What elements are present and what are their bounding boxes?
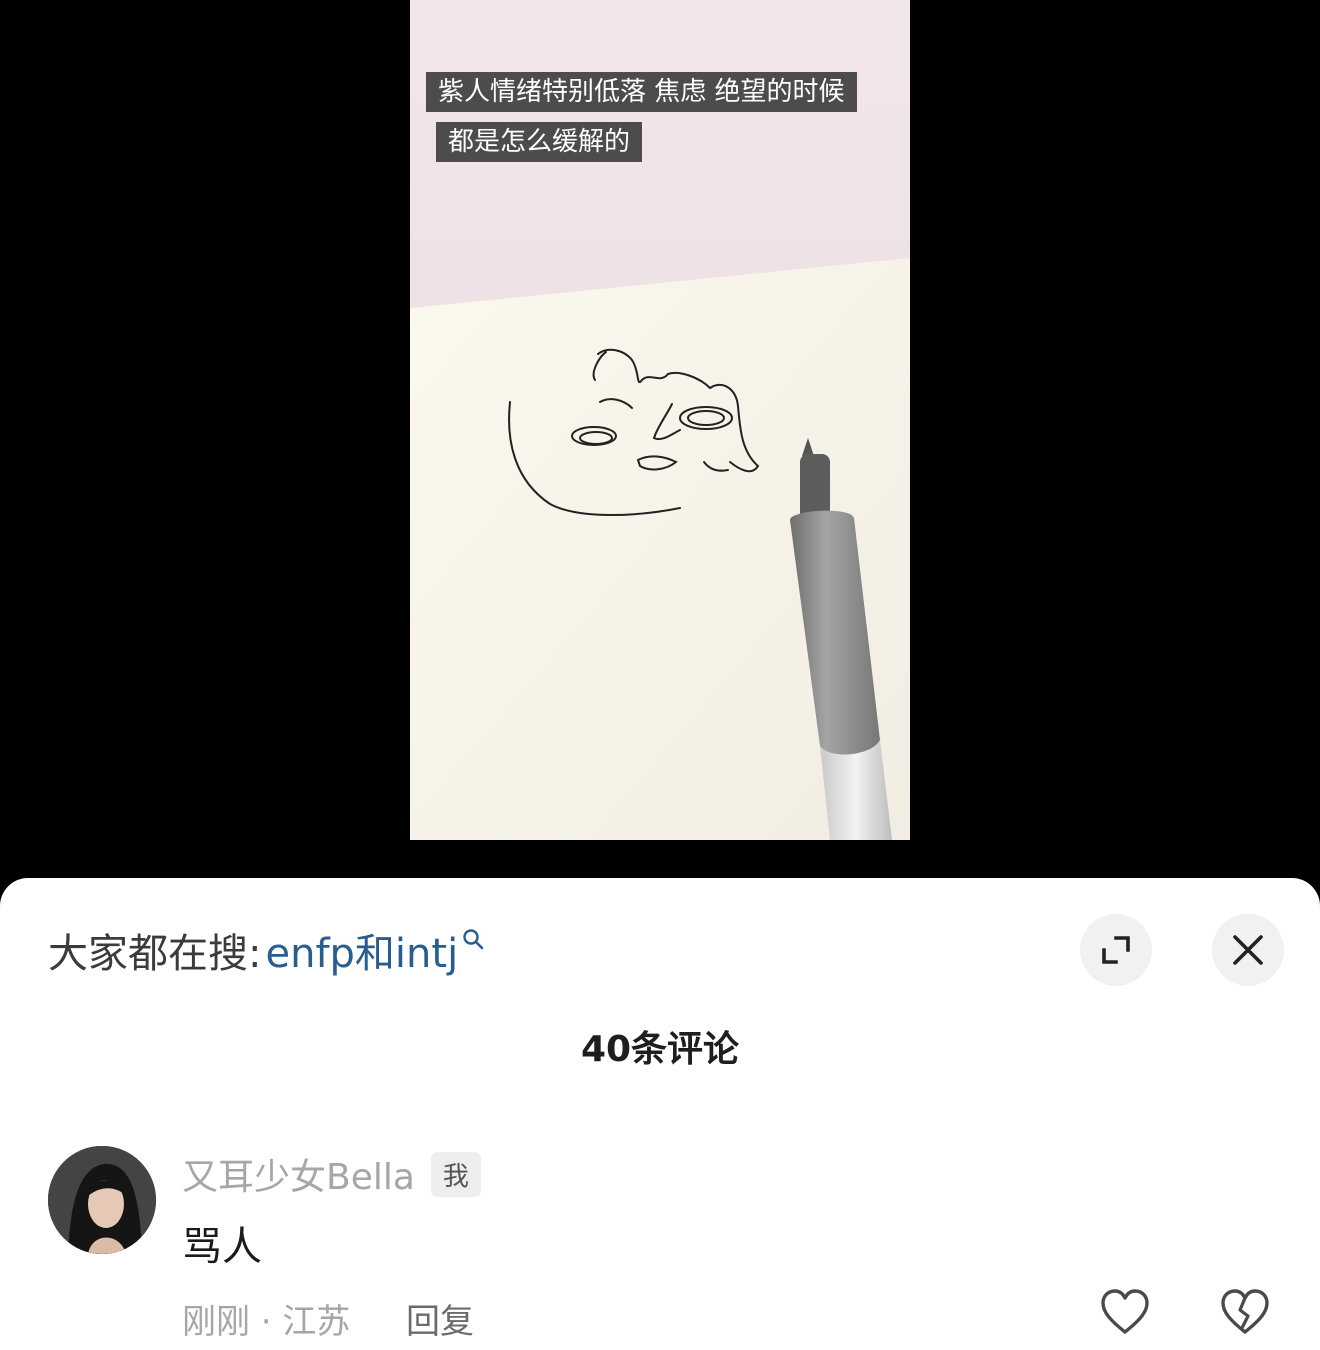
comment-text: 骂人 bbox=[182, 1224, 262, 1270]
expand-icon bbox=[1102, 936, 1130, 964]
search-icon bbox=[463, 929, 484, 950]
hot-search-bar[interactable]: 大家都在搜: enfp和intj bbox=[48, 920, 484, 980]
comment-count-title: 40条评论 bbox=[580, 1029, 740, 1070]
blurred-overlay bbox=[474, 1292, 834, 1338]
close-icon bbox=[1233, 935, 1263, 965]
avatar-image bbox=[48, 1146, 156, 1254]
comment-sheet: 大家都在搜: enfp和intj 40条评论 又耳少女Bella 我 骂人 刚刚… bbox=[0, 878, 1320, 1350]
video-caption-line-2: 都是怎么缓解的 bbox=[436, 122, 643, 162]
comment-username[interactable]: 又耳少女Bella 我 bbox=[182, 1148, 481, 1200]
video-caption-line-1: 紫人情绪特别低落 焦虑 绝望的时候 bbox=[426, 72, 857, 112]
hot-search-prefix: 大家都在搜: bbox=[48, 931, 262, 977]
heart-icon[interactable] bbox=[1100, 1288, 1150, 1338]
username-text: 又耳少女Bella bbox=[182, 1157, 415, 1198]
self-badge: 我 bbox=[430, 1151, 481, 1197]
close-button[interactable] bbox=[1212, 914, 1284, 986]
comment-item: 又耳少女Bella 我 骂人 刚刚 · 江苏 回复 bbox=[48, 1146, 1288, 1346]
avatar[interactable] bbox=[48, 1146, 156, 1254]
comment-time-location: 刚刚 · 江苏 bbox=[182, 1302, 351, 1342]
broken-heart-icon[interactable] bbox=[1220, 1288, 1270, 1338]
hot-search-keyword[interactable]: enfp和intj bbox=[265, 921, 458, 979]
expand-button[interactable] bbox=[1080, 914, 1152, 986]
reply-button[interactable]: 回复 bbox=[406, 1294, 474, 1343]
video-player[interactable]: 紫人情绪特别低落 焦虑 绝望的时候 都是怎么缓解的 bbox=[410, 0, 910, 840]
